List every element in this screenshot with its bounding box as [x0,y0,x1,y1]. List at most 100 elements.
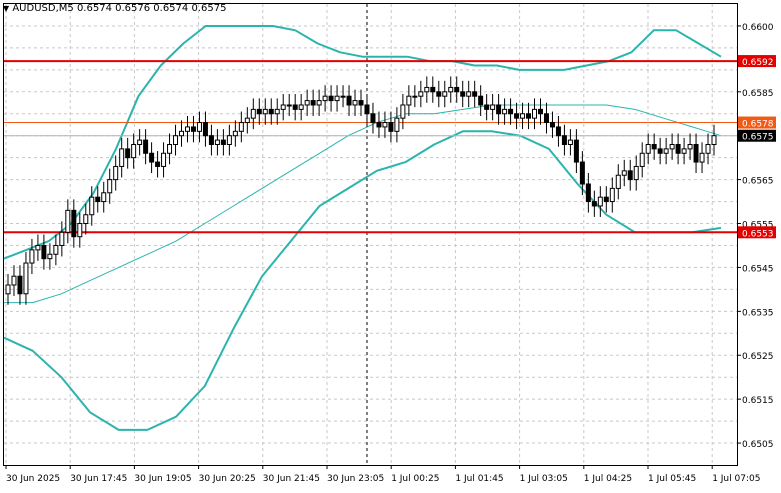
candle-body [316,100,322,106]
price-axis: 0.6600 0.6592 0.6585 0.6578 0.6575 0.6565 0.65… [737,23,776,450]
candle-body [155,161,161,167]
candle-body [687,143,693,150]
time-tick-label: 30 Jun 23:05 [327,474,384,484]
candle-body [184,126,190,132]
candle-body [304,100,310,106]
time-tick-label: 30 Jun 19:05 [134,474,191,484]
candle-body [693,143,699,163]
candle-body [83,214,89,225]
time-tick-label: 30 Jun 21:45 [263,474,320,484]
ohlc-readout: 0.6574 0.6576 0.6574 0.6575 [76,3,227,14]
candle-body [310,100,316,106]
candle-body [466,91,472,97]
candle-body [77,223,83,238]
candle-body [232,130,238,137]
candle-body [256,108,262,115]
candle-body [292,104,298,110]
candle-body [352,100,358,106]
candle-body [29,249,35,264]
candle-body [250,108,256,119]
candle-body [663,148,669,154]
candle-body [502,108,508,115]
candle-body [436,91,442,97]
candle-body [161,152,167,167]
candle-body [334,95,340,102]
candle-body [496,104,502,115]
time-tick-label: 30 Jun 2025 [6,474,60,484]
candle-body [370,113,376,124]
candle-body [549,122,555,128]
candle-body [17,275,23,295]
candle-body [137,139,143,145]
collapse-arrow-icon[interactable]: ▼ [3,4,9,13]
candle-body [442,91,448,97]
candle-body [627,170,633,181]
candle-body [633,165,639,181]
candle-body [286,104,292,107]
candle-body [41,244,47,260]
candle-body [358,100,364,106]
time-axis: 30 Jun 2025 30 Jun 17:45 30 Jun 19:05 30 Ju… [5,465,760,484]
candle-body [119,148,125,167]
candle-body [573,139,579,163]
candle-body [526,113,532,119]
candle-body [23,262,29,295]
candle-body [65,209,71,233]
candle-body [621,170,627,176]
candle-body [107,179,113,194]
candle-body [394,117,400,132]
candle-body [609,187,615,203]
price-label: 0.6592 [742,58,774,68]
candle-body [585,183,591,203]
candle-body [561,135,567,145]
candle-body [89,196,95,216]
time-tick-label: 1 Jul 05:45 [648,474,696,484]
candle-body [59,231,65,246]
candle-body [711,135,717,145]
time-tick-label: 1 Jul 04:25 [584,474,632,484]
candle-body [567,139,573,145]
candle-body [490,104,496,110]
candle-body [95,196,101,203]
candle-body [5,284,11,295]
candle-body [681,148,687,154]
candle-body [460,91,466,97]
time-tick-label: 1 Jul 03:05 [520,474,568,484]
candle-body [298,104,304,110]
candle-body [364,104,370,115]
time-tick-label: 1 Jul 07:05 [712,474,760,484]
candle-body [699,152,705,163]
chart: 0.6600 0.6592 0.6585 0.6578 0.6575 0.6565 0.65… [0,0,781,489]
candle-body [101,192,107,203]
time-tick-label: 30 Jun 17:45 [70,474,127,484]
candle-body [418,91,424,97]
candle-body [478,95,484,106]
candle-body [615,174,621,189]
price-tick-label: 0.6600 [742,23,774,33]
candle-body [532,108,538,119]
candle-body [514,113,520,119]
candle-body [508,108,514,115]
candle-body [328,95,334,102]
candle-body [196,122,202,132]
candle-body [220,139,226,145]
candle-body [226,135,232,145]
candle-body [167,143,173,154]
candle-body [520,113,526,119]
price-tick-label: 0.6565 [742,177,774,187]
candle-body [382,122,388,128]
time-tick-label: 1 Jul 01:45 [455,474,503,484]
time-tick-label: 1 Jul 00:25 [391,474,439,484]
candle-body [579,161,585,185]
candle-body [202,122,208,137]
candle-body [238,122,244,132]
candle-body [675,143,681,154]
candle-body [274,108,280,115]
price-tick-label: 0.6515 [742,396,774,406]
candle-body [543,113,549,124]
candle-body [472,91,478,97]
candle-body [537,108,543,115]
price-tick-label: 0.6505 [742,440,774,450]
candle-body [454,86,460,93]
candle-body [340,95,346,98]
